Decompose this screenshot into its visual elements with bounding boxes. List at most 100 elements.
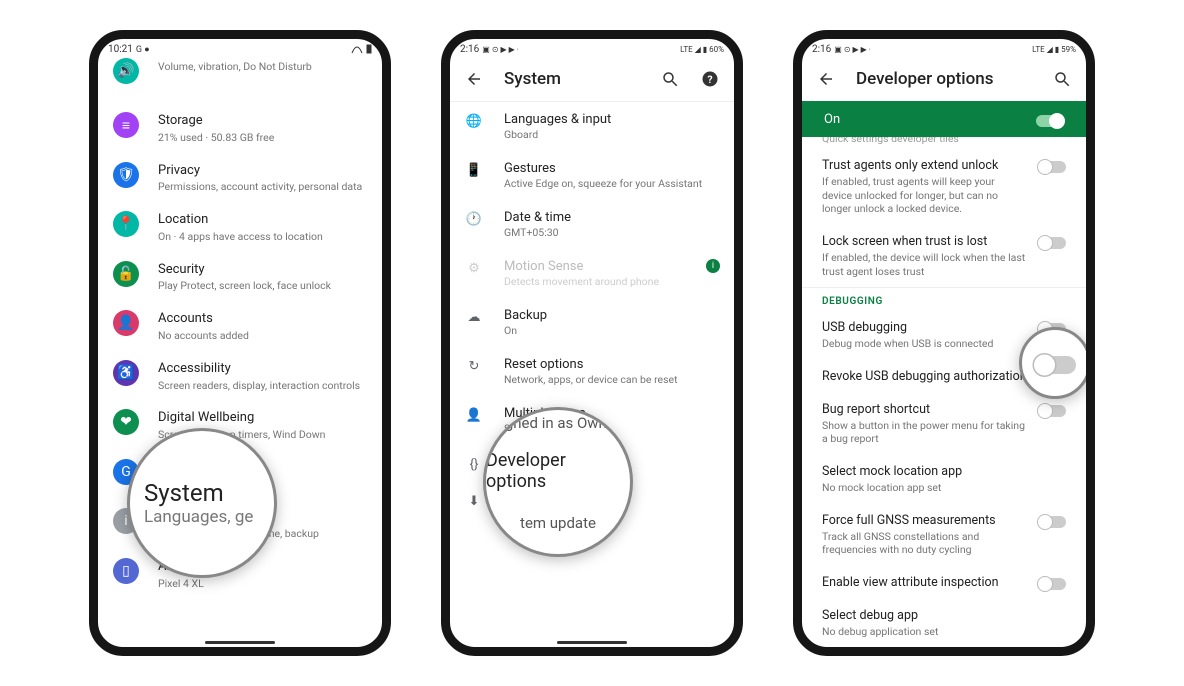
row-title: Enable view attribute inspection — [822, 575, 1026, 590]
search-icon[interactable] — [660, 69, 680, 89]
row-title: Languages & input — [504, 112, 720, 127]
settings-row-tips-&-support[interactable]: ? Tips & supportHelp articles, phone & c… — [98, 598, 382, 601]
row-sub: No mock location app set — [822, 481, 1066, 495]
devopt-lock-screen-when-trust-is-lost[interactable]: Lock screen when trust is lost If enabled… — [802, 225, 1086, 287]
system-row-motion-sense[interactable]: ⚙ Motion SenseDetects movement around ph… — [450, 249, 734, 298]
toggle-icon[interactable] — [1038, 161, 1066, 173]
status-left-icons: G ● — [136, 44, 150, 55]
back-icon[interactable] — [816, 69, 836, 89]
system-row-languages-input[interactable]: 🌐 Languages & inputGboard — [450, 102, 734, 151]
search-icon[interactable] — [1052, 69, 1072, 89]
row-sub: Active Edge on, squeeze for your Assista… — [504, 177, 720, 190]
row-sub: Screen readers, display, interaction con… — [158, 379, 368, 393]
row-title: Motion Sense — [504, 259, 678, 274]
row-sub: Volume, vibration, Do Not Disturb — [158, 60, 368, 74]
settings-row-accounts[interactable]: 👤 AccountsNo accounts added — [98, 301, 382, 351]
row-icon: 👤 — [464, 408, 484, 423]
row-icon: 📍 — [112, 210, 140, 238]
info-badge-icon: i — [706, 259, 720, 273]
status-right-icons: LTE ◢ ▮ 59% — [1032, 45, 1076, 54]
toggle-icon[interactable] — [1038, 516, 1066, 528]
row-icon: 🌐 — [464, 114, 484, 129]
settings-row-security[interactable]: 🔓 SecurityPlay Protect, screen lock, fac… — [98, 252, 382, 302]
magnifier-devopts: igned in as Owne Developer options tem u… — [483, 407, 633, 557]
status-time: 2:16 — [460, 44, 479, 55]
row-sub: On · 4 apps have access to location — [158, 230, 368, 244]
row-sub: No debug application set — [822, 625, 1066, 639]
row-icon: ❤ — [112, 408, 140, 436]
status-right-icons — [351, 44, 372, 54]
status-time: 10:21 — [108, 44, 133, 55]
row-icon: ♿ — [112, 359, 140, 387]
system-row-backup[interactable]: ☁ BackupOn — [450, 298, 734, 347]
row-icon: 🔓 — [112, 260, 140, 288]
row-icon: 🔊 — [112, 57, 140, 85]
row-sub: Permissions, account activity, personal … — [158, 180, 368, 194]
row-sub: GMT+05:30 — [504, 226, 720, 239]
row-icon: 🕐 — [464, 212, 484, 227]
home-indicator[interactable] — [557, 641, 627, 644]
row-title: Storage — [158, 113, 368, 130]
system-row-gestures[interactable]: 📱 GesturesActive Edge on, squeeze for yo… — [450, 151, 734, 200]
settings-row-accessibility[interactable]: ♿ AccessibilityScreen readers, display, … — [98, 351, 382, 401]
app-bar: Developer options — [802, 57, 1086, 101]
row-title: Accessibility — [158, 361, 368, 378]
help-icon[interactable]: ? — [700, 69, 720, 89]
settings-row-privacy[interactable]: 🛡 PrivacyPermissions, account activity, … — [98, 153, 382, 203]
settings-row-sound[interactable]: 🔊 SoundVolume, vibration, Do Not Disturb — [98, 57, 382, 103]
settings-row-location[interactable]: 📍 LocationOn · 4 apps have access to loc… — [98, 202, 382, 252]
row-icon: 👤 — [112, 309, 140, 337]
row-sub: No accounts added — [158, 329, 368, 343]
row-icon: ▯ — [112, 557, 140, 585]
row-title: Location — [158, 212, 368, 229]
row-sub: Track all GNSS constellations and freque… — [822, 530, 1026, 557]
devopt-select-mock-location-app[interactable]: Select mock location app No mock location… — [802, 455, 1086, 504]
toggle-icon[interactable] — [1038, 237, 1066, 249]
row-sub: If enabled, the device will lock when th… — [822, 251, 1026, 278]
magnify-title: System — [144, 479, 224, 507]
row-sub: Gboard — [504, 128, 720, 141]
system-row-reset-options[interactable]: ↻ Reset optionsNetwork, apps, or device … — [450, 347, 734, 396]
devopt-trust-agents-only-extend-unlock[interactable]: Trust agents only extend unlockIf enable… — [802, 149, 1086, 225]
row-title: Digital Wellbeing — [158, 410, 368, 427]
status-bar: 10:21 G ● — [98, 39, 382, 57]
row-sub: Network, apps, or device can be reset — [504, 373, 720, 386]
settings-row-storage[interactable]: ≡ Storage21% used · 50.83 GB free — [98, 103, 382, 153]
devopt-select-debug-app[interactable]: Select debug app No debug application set — [802, 599, 1086, 641]
row-title: Select debug app — [822, 608, 1066, 623]
back-icon[interactable] — [464, 69, 484, 89]
row-sub: Debug mode when USB is connected — [822, 337, 1026, 351]
devopt-bug-report-shortcut[interactable]: Bug report shortcutShow a button in the … — [802, 393, 1086, 455]
row-title: Reset options — [504, 357, 720, 372]
toggle-icon[interactable] — [1038, 405, 1066, 417]
status-right-icons: LTE ◢ ▮ 60% — [680, 45, 724, 54]
row-title: Privacy — [158, 163, 368, 180]
row-icon: ⚙ — [464, 261, 484, 276]
row-sub: Pixel 4 XL — [158, 577, 368, 591]
devopt-force-full-gnss-measurements[interactable]: Force full GNSS measurementsTrack all GN… — [802, 504, 1086, 566]
toggle-icon[interactable] — [1038, 578, 1066, 590]
row-icon: ⬇ — [464, 494, 484, 509]
row-icon: ↻ — [464, 359, 484, 374]
row-sub: 21% used · 50.83 GB free — [158, 131, 368, 145]
master-toggle[interactable] — [1036, 115, 1064, 127]
magnifier-system: System Languages, ge — [127, 428, 277, 578]
home-indicator[interactable] — [205, 641, 275, 644]
master-toggle-bar[interactable]: On — [802, 101, 1086, 137]
status-time: 2:16 — [812, 44, 831, 55]
usb-debug-toggle-big[interactable] — [1034, 356, 1076, 374]
row-title: Select mock location app — [822, 464, 1066, 479]
row-sub: Detects movement around phone — [504, 275, 678, 288]
row-title: Bug report shortcut — [822, 402, 1026, 417]
row-title: Accounts — [158, 311, 368, 328]
row-icon: {} — [464, 457, 484, 472]
row-icon: ≡ — [112, 111, 140, 139]
row-title: USB debugging — [822, 320, 1026, 335]
row-title: Lock screen when trust is lost — [822, 234, 1026, 249]
page-title: Developer options — [856, 69, 1032, 89]
phone-system: 2:16 ▣ ⊙ ▶ ▶ · LTE ◢ ▮ 60% System ? 🌐 La… — [441, 30, 743, 656]
system-row-date-time[interactable]: 🕐 Date & timeGMT+05:30 — [450, 200, 734, 249]
devopt-enable-view-attribute-inspection[interactable]: Enable view attribute inspection — [802, 566, 1086, 599]
magnifier-usb-toggle — [1019, 327, 1091, 399]
row-title: Security — [158, 262, 368, 279]
